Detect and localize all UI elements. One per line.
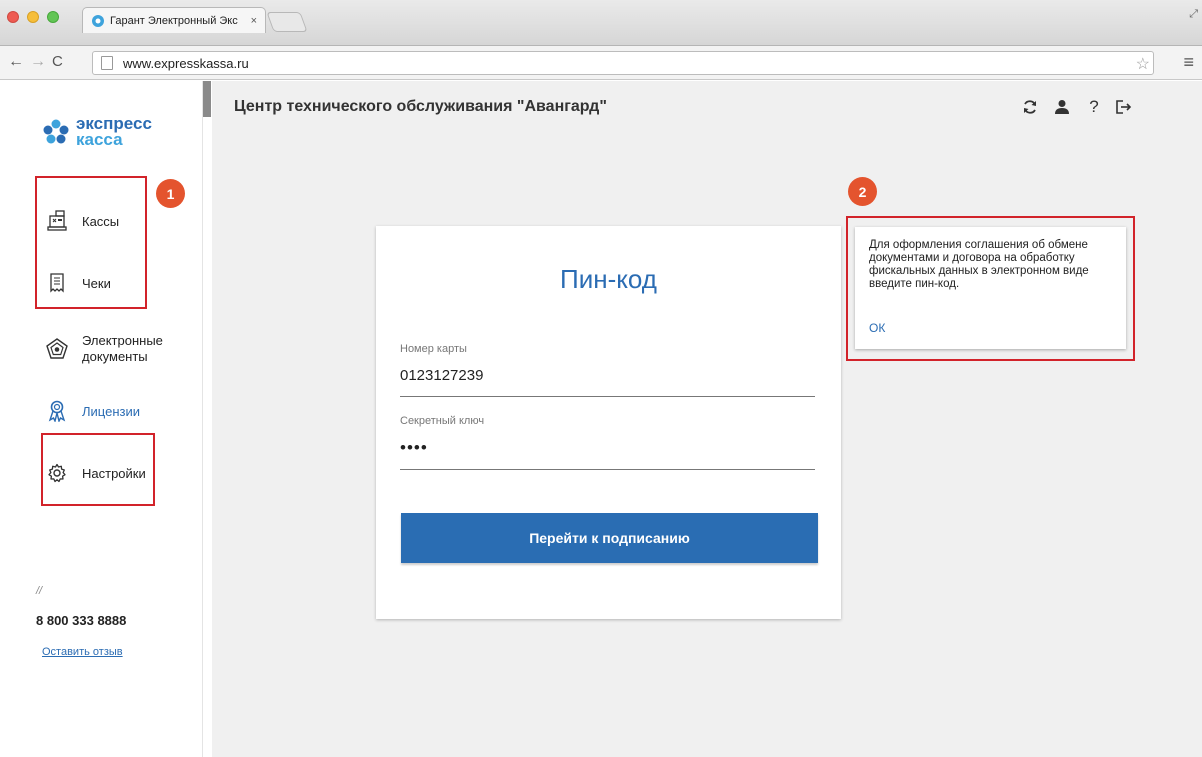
favicon-icon xyxy=(92,14,104,27)
refresh-icon[interactable] xyxy=(1020,97,1040,117)
help-icon[interactable]: ? xyxy=(1084,97,1104,117)
sidebar-separator: // xyxy=(36,585,43,597)
card-number-underline xyxy=(400,396,815,397)
url-text: www.expresskassa.ru xyxy=(123,55,249,71)
card-number-label: Номер карты xyxy=(400,343,467,355)
reload-icon[interactable]: C xyxy=(52,53,63,70)
window-close-button[interactable] xyxy=(7,11,19,23)
address-bar[interactable]: www.expresskassa.ru xyxy=(92,51,1154,75)
card-number-field[interactable]: 0123127239 xyxy=(400,367,483,384)
logo-text-line2: касса xyxy=(76,130,123,149)
browser-tab[interactable]: Гарант Электронный Экс × xyxy=(82,7,266,33)
info-tooltip: Для оформления соглашения об обмене доку… xyxy=(855,227,1126,349)
pin-code-title: Пин-код xyxy=(560,264,657,294)
page-title: Центр технического обслуживания "Авангар… xyxy=(234,98,607,115)
proceed-to-signing-button[interactable]: Перейти к подписанию xyxy=(401,513,818,563)
forward-arrow-icon[interactable]: → xyxy=(30,53,46,71)
secret-key-underline xyxy=(400,469,815,470)
sidebar-item-electronic-documents[interactable]: Электронные документы xyxy=(46,333,163,365)
user-icon[interactable] xyxy=(1052,97,1072,117)
tooltip-ok-button[interactable]: ОК xyxy=(869,321,885,335)
page-icon xyxy=(101,56,113,70)
support-phone: 8 800 333 8888 xyxy=(36,613,127,628)
sidebar-item-label-line2: документы xyxy=(82,349,148,364)
feedback-link[interactable]: Оставить отзыв xyxy=(42,646,123,658)
browser-titlebar: Гарант Электронный Экс × ⤢ xyxy=(0,0,1202,46)
callout-badge-1: 1 xyxy=(156,179,185,208)
sidebar-item-label: Лицензии xyxy=(82,403,140,419)
main-content: Центр технического обслуживания "Авангар… xyxy=(212,81,1202,757)
highlight-box-settings xyxy=(41,433,155,506)
award-ribbon-icon xyxy=(46,399,68,423)
tab-title: Гарант Электронный Экс xyxy=(110,14,238,27)
new-tab-button[interactable] xyxy=(266,12,308,32)
highlight-box-nav xyxy=(35,176,147,309)
browser-toolbar: ← → C www.expresskassa.ru ☆ ≡ xyxy=(0,46,1202,80)
pentagon-document-icon xyxy=(46,337,68,361)
pin-code-card: Пин-код Номер карты 0123127239 Секретный… xyxy=(376,226,841,619)
fullscreen-icon[interactable]: ⤢ xyxy=(1189,8,1198,21)
secret-key-field[interactable]: •••• xyxy=(400,438,428,458)
sidebar-item-label-line1: Электронные xyxy=(82,333,163,348)
secret-key-label: Секретный ключ xyxy=(400,415,485,427)
window-maximize-button[interactable] xyxy=(47,11,59,23)
callout-badge-2: 2 xyxy=(848,177,877,206)
bookmark-star-icon[interactable]: ☆ xyxy=(1136,54,1150,74)
tooltip-text: Для оформления соглашения об обмене доку… xyxy=(869,239,1089,290)
tab-close-icon[interactable]: × xyxy=(251,15,257,27)
logo[interactable]: экспресс касса xyxy=(42,115,152,149)
logo-icon xyxy=(43,119,69,144)
back-arrow-icon[interactable]: ← xyxy=(8,53,24,71)
browser-menu-icon[interactable]: ≡ xyxy=(1183,52,1194,73)
window-minimize-button[interactable] xyxy=(27,11,39,23)
exit-icon[interactable] xyxy=(1114,97,1134,117)
sidebar-scrollbar[interactable] xyxy=(203,81,211,117)
sidebar-item-licenses[interactable]: Лицензии xyxy=(46,399,140,423)
